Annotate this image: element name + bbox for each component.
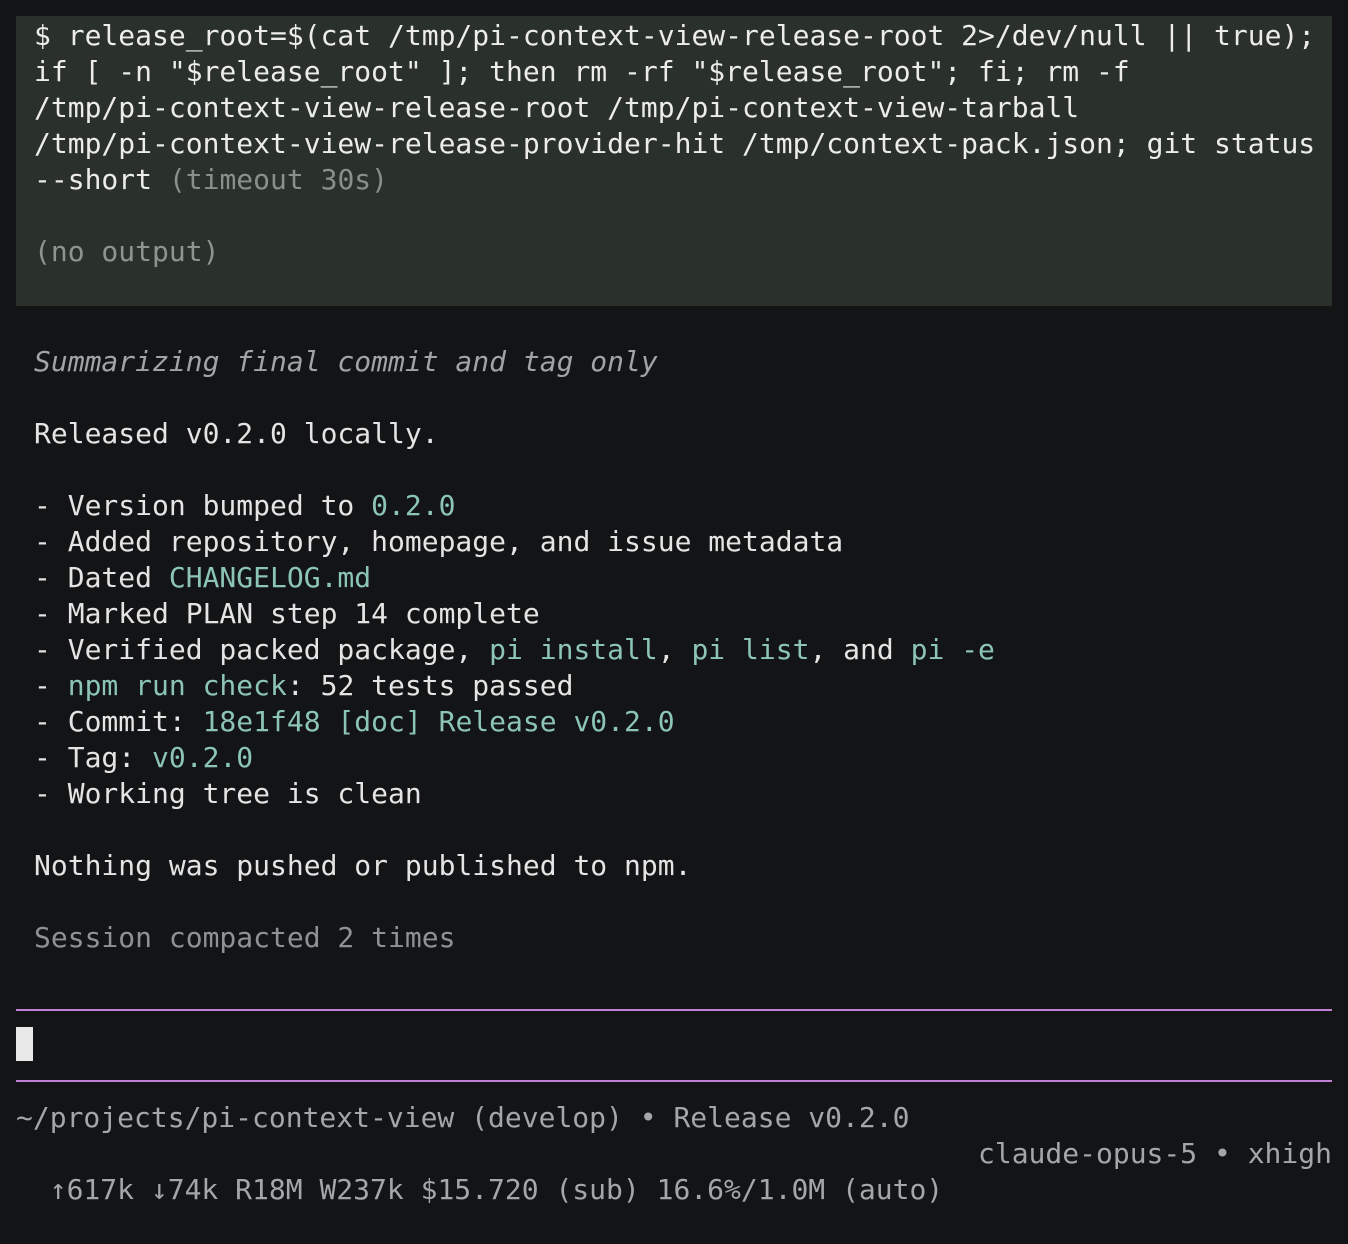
- inline-code: pi -e: [910, 633, 995, 666]
- command-line: /tmp/pi-context-view-release-root /tmp/p…: [34, 91, 1080, 124]
- summary-intro: Released v0.2.0 locally.: [34, 417, 439, 450]
- thinking-text: Summarizing final commit and tag only: [34, 345, 658, 378]
- list-item: - Tag: v0.2.0: [34, 741, 254, 774]
- assistant-message: Summarizing final commit and tag only Re…: [34, 344, 1324, 956]
- bash-command: $ release_root=$(cat /tmp/pi-context-vie…: [34, 18, 1316, 198]
- list-item: - Commit: 18e1f48 [doc] Release v0.2.0: [34, 705, 675, 738]
- list-item: - npm run check: 52 tests passed: [34, 669, 574, 702]
- list-item: - Added repository, homepage, and issue …: [34, 525, 844, 558]
- footer-path-line: ~/projects/pi-context-view (develop) • R…: [16, 1101, 910, 1134]
- list-item: - Marked PLAN step 14 complete: [34, 597, 540, 630]
- inline-code: pi list: [691, 633, 810, 666]
- timeout-label: (timeout 30s): [168, 163, 389, 196]
- command-line: $ release_root=$(cat /tmp/pi-context-vie…: [34, 19, 1316, 52]
- inline-code: 0.2.0: [371, 489, 456, 522]
- bash-tool-block: $ release_root=$(cat /tmp/pi-context-vie…: [16, 16, 1332, 306]
- inline-code: 18e1f48 [doc] Release v0.2.0: [202, 705, 675, 738]
- session-compacted-note: Session compacted 2 times: [34, 921, 456, 954]
- inline-code: CHANGELOG.md: [168, 561, 372, 594]
- command-output: (no output): [34, 235, 220, 268]
- list-item: - Working tree is clean: [34, 777, 422, 810]
- list-item: - Version bumped to 0.2.0: [34, 489, 456, 522]
- command-line: /tmp/pi-context-view-release-provider-hi…: [34, 127, 1316, 160]
- inline-code: npm run check: [67, 669, 287, 702]
- summary-closing: Nothing was pushed or published to npm.: [34, 849, 692, 882]
- editor-top-border: [16, 1009, 1332, 1011]
- editor-bottom-border: [16, 1080, 1332, 1082]
- inline-code: v0.2.0: [152, 741, 254, 774]
- prompt-input-cursor[interactable]: [16, 1027, 33, 1061]
- list-item: - Dated CHANGELOG.md: [34, 561, 372, 594]
- command-line-text: --short: [34, 163, 153, 196]
- model-indicator: claude-opus-5 • xhigh: [977, 1137, 1332, 1170]
- command-line: --short (timeout 30s): [34, 162, 1314, 198]
- token-usage-stats: ↑617k ↓74k R18M W237k $15.720 (sub) 16.6…: [49, 1173, 944, 1206]
- list-item: - Verified packed package, pi install, p…: [34, 633, 995, 666]
- command-line: if [ -n "$release_root" ]; then rm -rf "…: [34, 55, 1130, 88]
- inline-code: pi install: [489, 633, 658, 666]
- footer-stats-line: ↑617k ↓74k R18M W237k $15.720 (sub) 16.6…: [16, 1136, 1332, 1244]
